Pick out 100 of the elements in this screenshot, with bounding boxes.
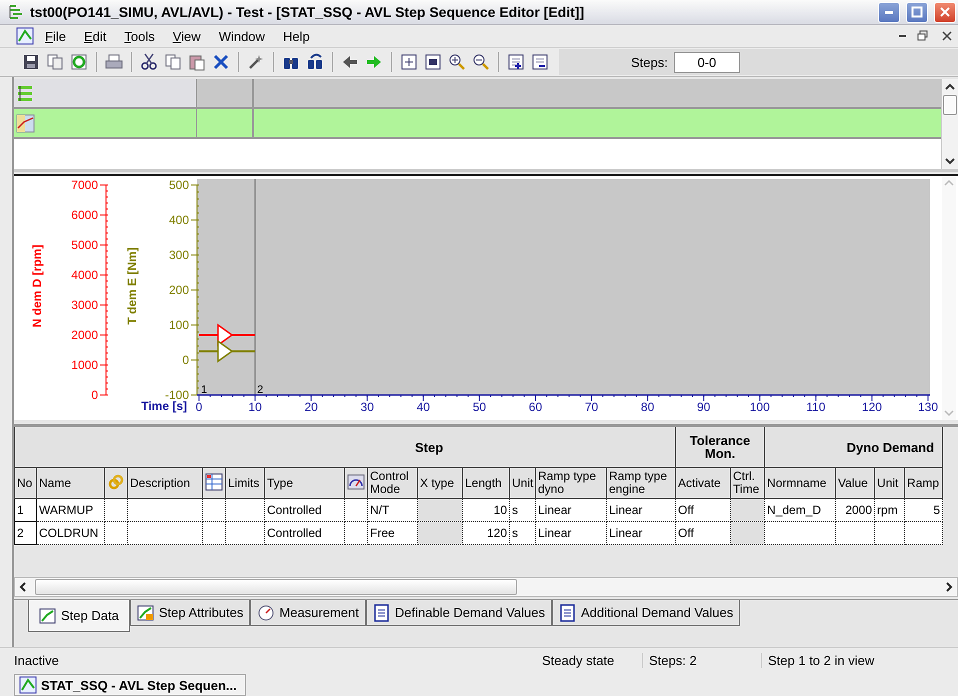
table-cell[interactable]	[836, 522, 875, 544]
table-cell[interactable]: s	[510, 498, 536, 522]
column-header[interactable]: Normname	[764, 468, 836, 498]
table-cell[interactable]	[874, 522, 905, 544]
table-cell[interactable]	[104, 498, 128, 522]
binoculars-arrow-icon[interactable]	[306, 53, 324, 71]
table-cell[interactable]: s	[510, 522, 536, 544]
minimize-button[interactable]	[878, 2, 900, 22]
maximize-button[interactable]	[906, 2, 928, 22]
column-header[interactable]: Unit	[510, 468, 536, 498]
table-cell[interactable]: WARMUP	[36, 498, 104, 522]
column-header[interactable]: Name	[36, 468, 104, 498]
menu-item[interactable]: Tools	[117, 28, 162, 44]
table-cell[interactable]	[202, 498, 226, 522]
column-header[interactable]: Ramp	[904, 468, 943, 498]
column-header[interactable]: Value	[836, 468, 875, 498]
table-cell[interactable]: Controlled	[264, 522, 344, 544]
tab[interactable]: Step Attributes	[130, 600, 250, 626]
column-header[interactable]: Activate	[676, 468, 731, 498]
scroll-thumb[interactable]	[35, 579, 517, 595]
column-header[interactable]: Ctrl. Time	[730, 468, 765, 498]
table-cell[interactable]: Linear	[536, 498, 606, 522]
table-cell[interactable]	[730, 522, 765, 544]
column-header[interactable]: No	[14, 468, 36, 498]
table-cell[interactable]: Linear	[606, 498, 676, 522]
column-header[interactable]	[344, 468, 368, 498]
menu-item[interactable]: View	[166, 28, 208, 44]
table-cell[interactable]	[226, 498, 264, 522]
table-cell[interactable]	[418, 498, 462, 522]
table-cell[interactable]	[904, 522, 943, 544]
table-cell[interactable]: 10	[462, 498, 510, 522]
column-header[interactable]	[104, 468, 128, 498]
column-header[interactable]: Ramp type dyno	[536, 468, 606, 498]
table-cell[interactable]: rpm	[874, 498, 905, 522]
arrow-left-icon[interactable]	[341, 53, 359, 71]
table-cell[interactable]	[730, 498, 765, 522]
table-cell[interactable]: Free	[368, 522, 418, 544]
table-cell[interactable]	[226, 522, 264, 544]
column-header[interactable]: Control Mode	[368, 468, 418, 498]
cut-icon[interactable]	[140, 53, 158, 71]
scrollbar[interactable]	[14, 577, 958, 597]
tab[interactable]: Additional Demand Values	[552, 600, 740, 626]
steps-field[interactable]: 0-0	[674, 52, 740, 72]
fit-icon[interactable]	[400, 53, 418, 71]
close-button[interactable]	[934, 2, 956, 22]
fit-width-icon[interactable]	[424, 53, 442, 71]
column-header[interactable]: Description	[128, 468, 202, 498]
column-header[interactable]: Type	[264, 468, 344, 498]
zoom-out-icon[interactable]	[472, 53, 490, 71]
table-cell[interactable]: Off	[676, 522, 731, 544]
table-cell[interactable]	[344, 498, 368, 522]
table-cell[interactable]: N_dem_D	[764, 498, 836, 522]
menu-item[interactable]: File	[38, 28, 73, 44]
copy-icon[interactable]	[164, 53, 182, 71]
table-cell[interactable]	[202, 522, 226, 544]
column-header[interactable]	[202, 468, 226, 498]
restore-icon[interactable]	[916, 29, 930, 43]
delete-icon[interactable]	[212, 53, 230, 71]
table-cell[interactable]: 5	[904, 498, 943, 522]
scroll-thumb[interactable]	[943, 95, 957, 115]
tab[interactable]: Measurement	[250, 600, 366, 626]
maximize-icon	[911, 6, 923, 18]
paste-icon[interactable]	[188, 53, 206, 71]
menu-item[interactable]: Edit	[76, 28, 114, 44]
table-cell[interactable]: COLDRUN	[36, 522, 104, 544]
column-header[interactable]: Limits	[226, 468, 264, 498]
table-cell[interactable]	[128, 498, 202, 522]
table-cell[interactable]	[418, 522, 462, 544]
table-cell[interactable]	[104, 522, 128, 544]
documents-icon[interactable]	[46, 53, 64, 71]
column-header[interactable]: Unit	[874, 468, 905, 498]
zoom-in-icon[interactable]	[448, 53, 466, 71]
column-header[interactable]: X type	[418, 468, 462, 498]
tab[interactable]: Step Data	[28, 600, 130, 632]
page-plus-icon[interactable]	[507, 53, 525, 71]
wand-icon[interactable]	[247, 53, 265, 71]
tab[interactable]: Definable Demand Values	[366, 600, 552, 626]
table-cell[interactable]: 2000	[836, 498, 875, 522]
table-cell[interactable]: Linear	[606, 522, 676, 544]
menu-item[interactable]: Help	[276, 28, 317, 44]
refresh-icon[interactable]	[70, 53, 88, 71]
table-cell[interactable]	[764, 522, 836, 544]
column-header[interactable]: Length	[462, 468, 510, 498]
table-cell[interactable]	[344, 522, 368, 544]
table-cell[interactable]	[128, 522, 202, 544]
table-cell[interactable]: Off	[676, 498, 731, 522]
table-cell[interactable]: 1	[14, 498, 36, 522]
close-icon[interactable]	[940, 29, 954, 43]
scrollbar[interactable]	[941, 79, 958, 169]
menu-item[interactable]: Window	[212, 28, 272, 44]
table-cell[interactable]: Controlled	[264, 498, 344, 522]
window-tab[interactable]: STAT_SSQ - AVL Step Sequen...	[14, 674, 246, 696]
table-cell[interactable]: 120	[462, 522, 510, 544]
table-cell[interactable]: N/T	[368, 498, 418, 522]
print-icon[interactable]	[105, 53, 123, 71]
column-header[interactable]: Ramp type engine	[606, 468, 676, 498]
table-cell[interactable]: 2	[14, 522, 36, 544]
save-icon[interactable]	[22, 53, 40, 71]
table-cell[interactable]: Linear	[536, 522, 606, 544]
page-minus-icon[interactable]	[531, 53, 549, 71]
